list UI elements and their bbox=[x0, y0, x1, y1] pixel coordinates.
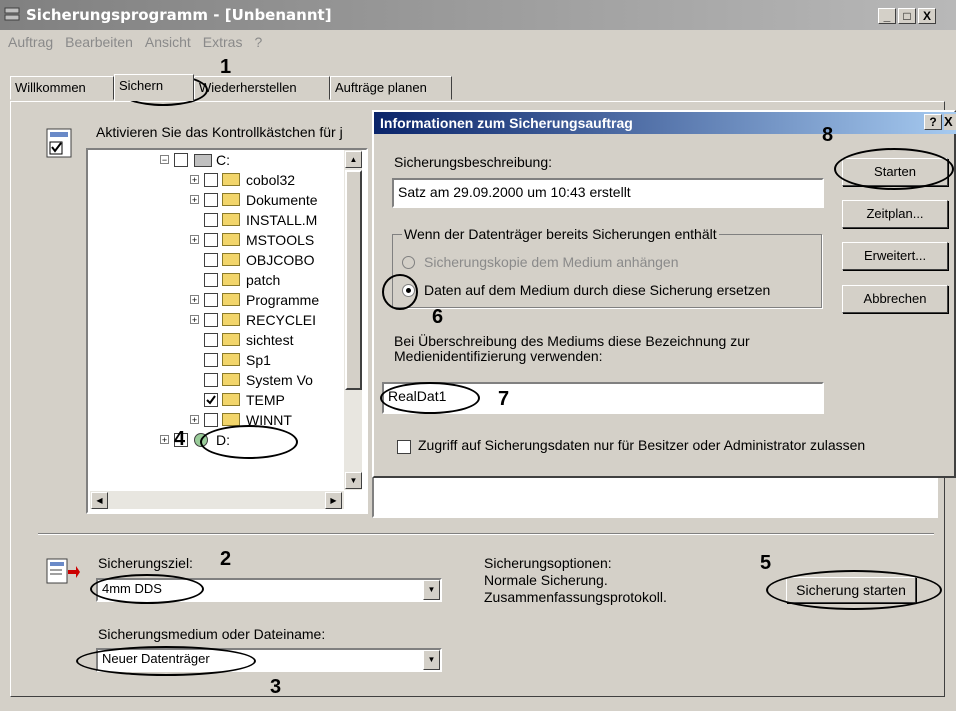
tree-hscrollbar[interactable] bbox=[90, 491, 344, 509]
append-label: Sicherungskopie dem Medium anhängen bbox=[424, 254, 679, 270]
media-label-line1: Bei Überschreibung des Mediums diese Bez… bbox=[394, 333, 750, 349]
media-name-input[interactable]: RealDat1 bbox=[382, 382, 824, 414]
menu-extras[interactable]: Extras bbox=[203, 34, 243, 50]
folder-icon bbox=[222, 233, 240, 246]
medium-label: Sicherungsmedium oder Dateiname: bbox=[98, 626, 326, 642]
folder-icon bbox=[222, 353, 240, 366]
file-tree-content: − C: + cobol32 + Dokumente INSTALL.M + MSTOO… bbox=[160, 152, 320, 448]
menu-auftrag[interactable]: Auftrag bbox=[8, 34, 53, 50]
advanced-button[interactable]: Erweitert... bbox=[842, 242, 948, 270]
folder-icon bbox=[222, 393, 240, 406]
separator bbox=[38, 533, 934, 535]
folder-icon bbox=[222, 213, 240, 226]
medium-select[interactable]: Neuer Datenträger ▼ bbox=[96, 648, 442, 672]
replace-label: Daten auf dem Medium durch diese Sicheru… bbox=[424, 282, 771, 298]
help-button[interactable]: ? bbox=[924, 114, 942, 130]
options-label: Sicherungsoptionen: bbox=[484, 555, 612, 571]
options-line2: Zusammenfassungsprotokoll. bbox=[484, 589, 667, 605]
target-label: Sicherungsziel: bbox=[98, 555, 193, 571]
media-label-line2: Medienidentifizierung verwenden: bbox=[394, 348, 603, 364]
tab-auftraege-planen[interactable]: Aufträge planen bbox=[330, 76, 452, 100]
dropdown-arrow-icon[interactable]: ▼ bbox=[423, 650, 440, 670]
folder-icon bbox=[222, 313, 240, 326]
menu-bearbeiten[interactable]: Bearbeiten bbox=[65, 34, 133, 50]
schedule-button[interactable]: Zeitplan... bbox=[842, 200, 948, 228]
dialog-title: Informationen zum Sicherungsauftrag bbox=[374, 112, 956, 134]
scroll-left-arrow-icon[interactable]: ◀ bbox=[91, 492, 108, 509]
folder-icon bbox=[222, 173, 240, 186]
replace-radio[interactable] bbox=[402, 284, 415, 297]
target-value: 4mm DDS bbox=[102, 581, 162, 596]
options-line1: Normale Sicherung. bbox=[484, 572, 608, 588]
backup-app-icon bbox=[4, 7, 20, 21]
restrict-access-label: Zugriff auf Sicherungsdaten nur für Besi… bbox=[418, 437, 866, 453]
medium-value: Neuer Datenträger bbox=[102, 651, 210, 666]
groupbox-label: Wenn der Datenträger bereits Sicherungen… bbox=[402, 226, 719, 242]
file-list[interactable] bbox=[372, 476, 938, 518]
dialog-close-button[interactable]: X bbox=[944, 114, 956, 130]
tree-scroll-thumb[interactable] bbox=[345, 170, 362, 390]
folder-icon bbox=[222, 193, 240, 206]
annotation-number: 7 bbox=[498, 388, 510, 410]
restrict-access-checkbox[interactable] bbox=[397, 440, 411, 454]
scroll-right-arrow-icon[interactable]: ▶ bbox=[325, 492, 342, 509]
annotation-number: 6 bbox=[432, 306, 444, 328]
dialog-start-button[interactable]: Starten bbox=[842, 158, 948, 186]
checklist-icon bbox=[46, 128, 72, 158]
scroll-down-arrow-icon[interactable]: ▼ bbox=[345, 472, 362, 489]
start-backup-button[interactable]: Sicherung starten bbox=[786, 577, 916, 603]
tab-wiederherstellen[interactable]: Wiederherstellen bbox=[194, 76, 330, 100]
annotation-number: 5 bbox=[760, 552, 772, 574]
description-input[interactable]: Satz am 29.09.2000 um 10:43 erstellt bbox=[392, 178, 824, 208]
folder-icon bbox=[222, 373, 240, 386]
folder-icon bbox=[222, 253, 240, 266]
annotation-number: 3 bbox=[270, 676, 282, 698]
tab-willkommen[interactable]: Willkommen bbox=[10, 76, 114, 100]
folder-icon bbox=[222, 293, 240, 306]
window-title: Sicherungsprogramm - [Unbenannt] bbox=[26, 6, 332, 24]
annotation-number: 8 bbox=[822, 124, 834, 146]
menu-help[interactable]: ? bbox=[254, 34, 262, 50]
minimize-button[interactable]: _ bbox=[878, 8, 896, 24]
backup-target-icon bbox=[46, 558, 80, 586]
maximize-button[interactable]: □ bbox=[898, 8, 916, 24]
cancel-button[interactable]: Abbrechen bbox=[842, 285, 948, 313]
dropdown-arrow-icon[interactable]: ▼ bbox=[423, 580, 440, 600]
annotation-number: 2 bbox=[220, 548, 232, 570]
target-select[interactable]: 4mm DDS ▼ bbox=[96, 578, 442, 602]
scroll-up-arrow-icon[interactable]: ▲ bbox=[345, 151, 362, 168]
description-label: Sicherungsbeschreibung: bbox=[394, 154, 552, 170]
options-text: Sicherungsoptionen: Normale Sicherung. Z… bbox=[484, 555, 667, 606]
folder-icon bbox=[222, 413, 240, 426]
instruction-text: Aktivieren Sie das Kontrollkästchen für … bbox=[96, 124, 343, 140]
media-label: Bei Überschreibung des Mediums diese Bez… bbox=[394, 334, 750, 364]
annotation-number: 1 bbox=[220, 56, 232, 78]
close-button[interactable]: X bbox=[918, 8, 936, 24]
tab-sichern[interactable]: Sichern bbox=[114, 74, 194, 101]
menu-ansicht[interactable]: Ansicht bbox=[145, 34, 191, 50]
folder-icon bbox=[222, 273, 240, 286]
menu-bar: Auftrag Bearbeiten Ansicht Extras? bbox=[0, 34, 266, 56]
annotation-number: 4 bbox=[174, 428, 186, 450]
append-radio[interactable] bbox=[402, 256, 415, 269]
folder-icon bbox=[222, 333, 240, 346]
